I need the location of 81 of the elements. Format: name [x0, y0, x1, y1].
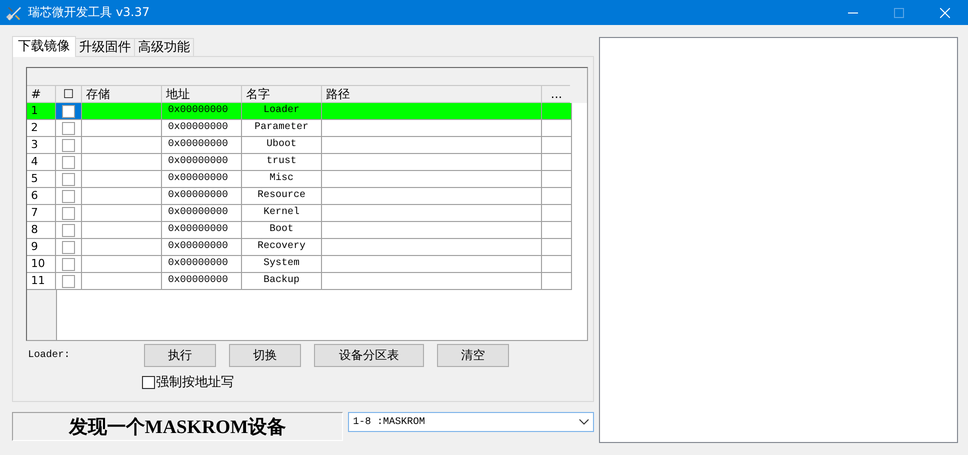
table-row[interactable]: 3 0x00000000 Uboot	[27, 137, 572, 154]
table-cell: Recovery	[242, 239, 322, 256]
table-cell	[542, 171, 572, 188]
tab[interactable]: 下载镜像	[12, 36, 76, 57]
table-cell: 10	[27, 256, 56, 273]
table-row[interactable]: 8 0x00000000 Boot	[27, 222, 572, 239]
action-button[interactable]: 清空	[437, 344, 509, 367]
table-cell: 3	[27, 137, 56, 154]
table-cell	[542, 137, 572, 154]
table-row[interactable]: 6 0x00000000 Resource	[27, 188, 572, 205]
table-cell: 5	[27, 171, 56, 188]
table-cell: 0x00000000	[162, 154, 242, 171]
table-cell: 0x00000000	[162, 120, 242, 137]
dropdown-value: 1-8 :MASKROM	[353, 416, 426, 428]
table-cell: 0x00000000	[162, 103, 242, 120]
table-cell: 0x00000000	[162, 205, 242, 222]
status-text: 发现一个MASKROM设备	[12, 412, 343, 441]
table-cell: 0x00000000	[162, 171, 242, 188]
table-cell: 0x00000000	[162, 239, 242, 256]
checkbox[interactable]	[62, 172, 75, 186]
table-cell: Kernel	[242, 205, 322, 222]
table-cell: 8	[27, 222, 56, 239]
table-cell: Resource	[242, 188, 322, 205]
maximize-icon	[894, 8, 904, 18]
table-cell: 0x00000000	[162, 222, 242, 239]
table-cell: trust	[242, 154, 322, 171]
table-row[interactable]: 10 0x00000000 System	[27, 256, 572, 273]
row-header-strip	[27, 290, 57, 340]
table-cell: 0x00000000	[162, 137, 242, 154]
table-cell: Loader	[242, 103, 322, 120]
table-row[interactable]: 7 0x00000000 Kernel	[27, 205, 572, 222]
force-write-checkbox[interactable]: 强制按地址写	[142, 373, 593, 391]
checkbox[interactable]	[62, 156, 75, 168]
tab[interactable]: 高级功能	[134, 38, 194, 57]
table-cell	[542, 205, 572, 222]
table-row[interactable]: 9 0x00000000 Recovery	[27, 239, 572, 256]
table-row[interactable]: 2 0x00000000 Parameter	[27, 120, 572, 137]
table-row[interactable]: 5 0x00000000 Misc	[27, 171, 572, 188]
table-cell: System	[242, 256, 322, 273]
checkbox[interactable]	[62, 224, 75, 236]
table-cell: Uboot	[242, 137, 322, 154]
checkbox[interactable]	[62, 122, 75, 134]
device-dropdown[interactable]: 1-8 :MASKROM	[348, 412, 594, 432]
table-row[interactable]: 1 0x00000000 Loader	[27, 103, 572, 120]
chevron-down-icon	[579, 419, 589, 425]
table-cell	[542, 222, 572, 239]
checkbox[interactable]	[62, 104, 75, 118]
table-row[interactable]: 11 0x00000000 Backup	[27, 273, 572, 290]
table-cell: 2	[27, 120, 56, 137]
table-cell: Misc	[242, 171, 322, 188]
checkbox[interactable]	[62, 258, 75, 270]
checkbox[interactable]	[62, 138, 75, 152]
close-icon	[940, 8, 950, 18]
checkbox[interactable]	[62, 190, 75, 202]
table-cell: 0x00000000	[162, 273, 242, 290]
table-cell	[542, 256, 572, 273]
loader-label: Loader:	[27, 350, 72, 361]
window-title: 瑞芯微开发工具 v3.37	[28, 4, 150, 21]
table-cell: Backup	[242, 273, 322, 290]
table-cell: 6	[27, 188, 56, 205]
table-cell	[542, 103, 572, 120]
table-cell: 4	[27, 154, 56, 171]
checkbox[interactable]	[62, 240, 75, 254]
table-cell: 9	[27, 239, 56, 256]
table-cell: 0x00000000	[162, 188, 242, 205]
checkbox[interactable]	[62, 206, 75, 220]
table-cell: Boot	[242, 222, 322, 239]
action-button[interactable]: 切换	[229, 344, 301, 367]
checkbox[interactable]	[62, 274, 75, 288]
table-cell	[542, 188, 572, 205]
table-cell: Parameter	[242, 120, 322, 137]
action-button[interactable]: 执行	[144, 344, 216, 367]
table-cell	[542, 154, 572, 171]
table-row[interactable]: 4 0x00000000 trust	[27, 154, 572, 171]
action-button[interactable]: 设备分区表	[314, 344, 424, 367]
table-cell	[542, 239, 572, 256]
table-cell	[542, 273, 572, 290]
table-cell: 0x00000000	[162, 256, 242, 273]
table-cell: 7	[27, 205, 56, 222]
app-logo-icon	[6, 4, 22, 20]
table-cell	[542, 120, 572, 137]
